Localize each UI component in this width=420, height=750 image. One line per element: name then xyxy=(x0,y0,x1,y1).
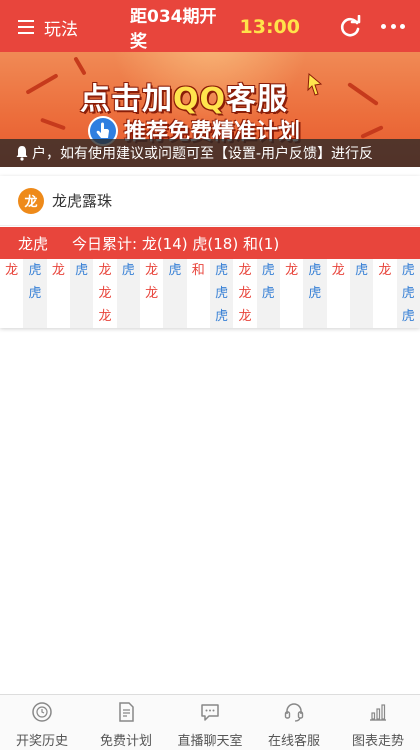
app-header: 玩法 距034期开奖 13:00 xyxy=(0,0,420,52)
card-header: 龙 龙虎露珠 xyxy=(0,176,420,226)
bead-cell: 虎 xyxy=(28,263,42,278)
nav-label: 在线客服 xyxy=(267,734,320,749)
bead-cell: 和 xyxy=(191,263,205,278)
bead-cell: 虎 xyxy=(75,263,89,278)
bead-cell: 虎 xyxy=(215,309,229,324)
nav-draw-history[interactable]: 开奖历史 xyxy=(0,695,84,750)
nav-live-chat[interactable]: 直播聊天室 xyxy=(168,695,252,750)
bead-cell: 龙 xyxy=(238,309,252,324)
bead-column: 和 xyxy=(187,259,210,328)
headset-icon xyxy=(284,703,304,722)
bead-cell: 虎 xyxy=(261,286,275,301)
bead-column: 龙 xyxy=(47,259,70,328)
bead-cell: 虎 xyxy=(261,263,275,278)
bead-cell: 龙 xyxy=(238,286,252,301)
bead-cell: 虎 xyxy=(355,263,369,278)
bead-cell: 龙 xyxy=(98,286,112,301)
refresh-icon xyxy=(340,14,361,37)
period-text: 距034期开奖 xyxy=(130,7,217,52)
nav-label: 开奖历史 xyxy=(15,734,68,749)
bead-column: 虎 xyxy=(116,259,140,328)
banner-headline: 点击加QQ客服 xyxy=(80,82,289,117)
bead-cell: 虎 xyxy=(28,286,42,301)
chat-icon xyxy=(201,704,219,721)
bottom-nav: 开奖历史 免费计划 直播聊天室 在线客服 图表走势 xyxy=(0,694,420,750)
draw-countdown: 距034期开奖 13:00 xyxy=(130,7,300,52)
bead-cell: 龙 xyxy=(51,263,65,278)
bead-cell: 虎 xyxy=(308,286,322,301)
nav-label: 直播聊天室 xyxy=(177,734,243,749)
nav-online-support[interactable]: 在线客服 xyxy=(252,695,336,750)
stats-text: 今日累计: 龙(14) 虎(18) 和(1) xyxy=(72,234,280,253)
card-title: 龙虎露珠 xyxy=(52,192,113,210)
bead-road-grid: 龙虎虎龙虎龙龙龙虎龙龙虎和虎虎虎龙龙龙虎虎龙虎虎龙虎龙虎虎虎 xyxy=(0,259,420,328)
bead-column: 虎 xyxy=(69,259,94,328)
arrow-icon xyxy=(307,72,323,96)
nav-label: 免费计划 xyxy=(99,734,152,749)
stats-bar: 龙虎 今日累计: 龙(14) 虎(18) 和(1) xyxy=(0,227,420,259)
bead-cell: 虎 xyxy=(121,263,135,278)
bead-cell: 龙 xyxy=(145,263,159,278)
bead-cell: 龙 xyxy=(378,263,392,278)
bead-cell: 虎 xyxy=(215,263,229,278)
bead-column: 虎虎 xyxy=(23,259,47,328)
gameplay-menu-button[interactable]: 玩法 xyxy=(18,15,90,40)
bead-cell: 虎 xyxy=(308,263,322,278)
bead-cell: 虎 xyxy=(168,263,182,278)
bead-cell: 龙 xyxy=(238,263,252,278)
bead-column: 虎 xyxy=(349,259,374,328)
notice-bar[interactable]: 户，如有使用建议或问题可至【设置-用户反馈】进行反 xyxy=(0,139,420,167)
dragon-badge-icon: 龙 xyxy=(18,187,44,214)
bead-column: 龙 xyxy=(0,259,23,328)
bead-column: 虎虎虎 xyxy=(209,259,234,328)
stats-label: 龙虎 xyxy=(18,234,49,253)
dragon-tiger-card: 龙 龙虎露珠 龙虎 今日累计: 龙(14) 虎(18) 和(1) 龙虎虎龙虎龙龙… xyxy=(0,176,420,328)
bead-cell: 龙 xyxy=(5,263,19,278)
history-icon xyxy=(32,702,52,722)
chart-icon xyxy=(370,704,386,721)
countdown-time: 13:00 xyxy=(239,16,300,38)
nav-free-plan[interactable]: 免费计划 xyxy=(84,695,168,750)
bead-cell: 龙 xyxy=(331,263,345,278)
refresh-button[interactable] xyxy=(338,14,362,39)
bead-column: 虎 xyxy=(163,259,187,328)
more-icon xyxy=(381,24,386,29)
bead-column: 虎虎 xyxy=(303,259,327,328)
bead-column: 龙龙 xyxy=(140,259,163,328)
bead-column: 虎虎 xyxy=(256,259,280,328)
bead-column: 龙 xyxy=(373,259,396,328)
nav-chart-trend[interactable]: 图表走势 xyxy=(336,695,420,750)
bead-column: 龙 xyxy=(327,259,350,328)
bead-cell: 虎 xyxy=(401,263,415,278)
bead-cell: 虎 xyxy=(401,286,415,301)
menu-icon xyxy=(18,20,34,34)
bell-icon xyxy=(16,146,28,161)
document-icon xyxy=(119,702,134,722)
bead-cell: 龙 xyxy=(98,309,112,324)
more-button[interactable] xyxy=(381,24,405,30)
bead-cell: 龙 xyxy=(145,286,159,301)
bead-column: 龙 xyxy=(280,259,303,328)
bead-column: 龙龙龙 xyxy=(93,259,116,328)
bead-cell: 龙 xyxy=(98,263,112,278)
bead-cell: 虎 xyxy=(215,286,229,301)
bead-column: 虎虎虎 xyxy=(396,259,420,328)
bead-cell: 龙 xyxy=(285,263,299,278)
bead-column: 龙龙龙 xyxy=(233,259,256,328)
gameplay-menu-label: 玩法 xyxy=(44,19,78,40)
bead-cell: 虎 xyxy=(401,309,415,324)
nav-label: 图表走势 xyxy=(351,734,404,749)
notice-text: 户，如有使用建议或问题可至【设置-用户反馈】进行反 xyxy=(32,146,374,162)
